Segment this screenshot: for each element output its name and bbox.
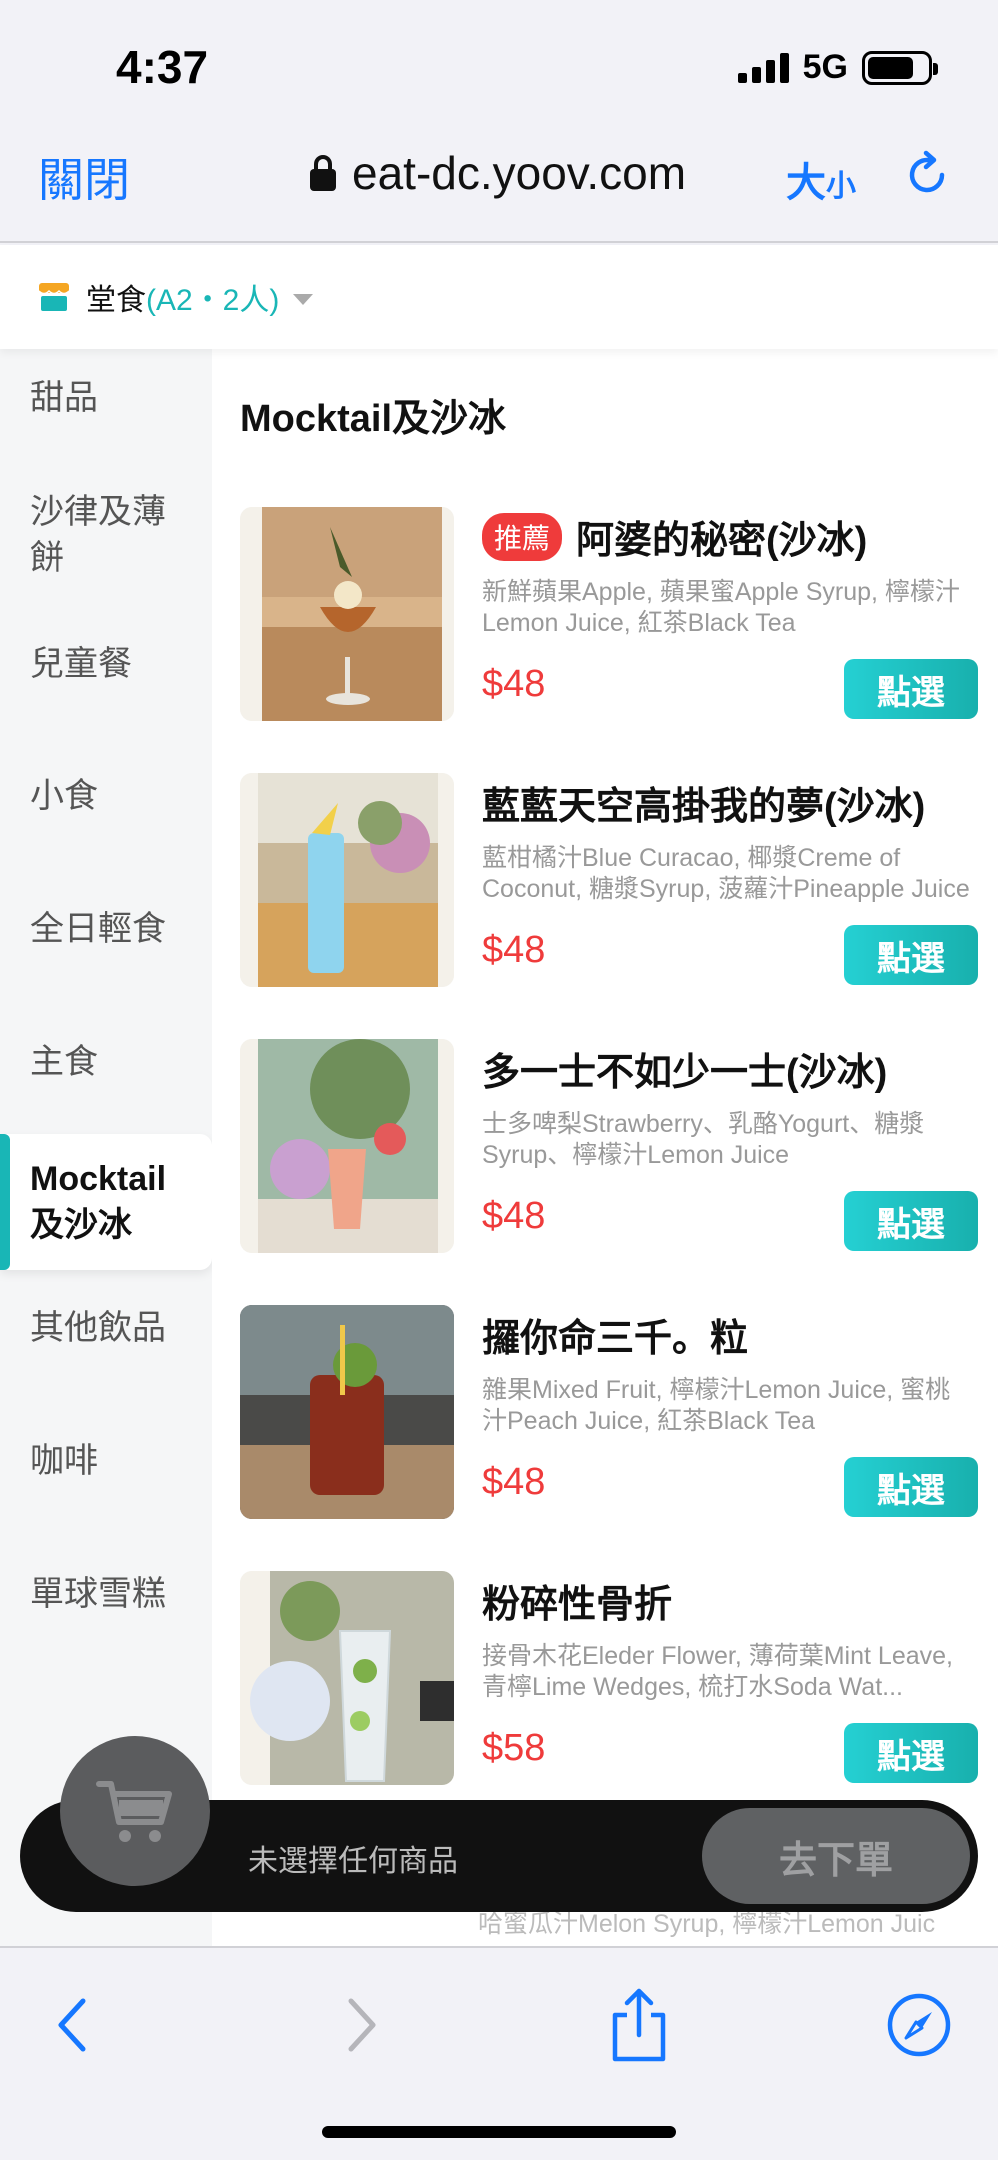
list-item: 藍藍天空高掛我的夢(沙冰) 藍柑橘汁Blue Curacao, 椰漿Creme … xyxy=(240,773,980,989)
select-button[interactable]: 點選 xyxy=(844,1457,978,1517)
sidebar-item-other-drinks[interactable]: 其他飲品 xyxy=(0,1305,212,1351)
lock-icon xyxy=(310,155,336,191)
item-name: 藍藍天空高掛我的夢(沙冰) xyxy=(482,786,926,828)
list-item: 多一士不如少一士(沙冰) 士多啤梨Strawberry、乳酪Yogurt、糖漿S… xyxy=(240,1039,980,1255)
category-sidebar: 甜品 沙律及薄餅 兒童餐 小食 全日輕食 主食 Mocktail及沙冰 其他飲品… xyxy=(0,349,212,1949)
reload-icon[interactable] xyxy=(902,150,952,200)
share-icon[interactable] xyxy=(604,1988,674,2062)
sidebar-item-mocktail[interactable]: Mocktail及沙冰 xyxy=(0,1134,212,1270)
sidebar-item-salad-pizza[interactable]: 沙律及薄餅 xyxy=(0,489,212,581)
status-bar: 4:37 5G xyxy=(0,0,998,130)
sidebar-item-mains[interactable]: 主食 xyxy=(0,1039,212,1085)
select-button[interactable]: 點選 xyxy=(844,1723,978,1783)
url-bar[interactable]: eat-dc.yoov.com xyxy=(310,146,686,200)
sidebar-item-desserts[interactable]: 甜品 xyxy=(0,375,212,421)
drink-photo[interactable] xyxy=(240,1039,454,1253)
forward-icon[interactable] xyxy=(326,1990,396,2060)
item-name-text: 阿婆的秘密(沙冰) xyxy=(576,520,868,562)
section-title: Mocktail及沙冰 xyxy=(240,398,507,440)
drink-photo[interactable] xyxy=(240,507,454,721)
sidebar-item-all-day[interactable]: 全日輕食 xyxy=(0,906,212,952)
item-description: 雜果Mixed Fruit, 檸檬汁Lemon Juice, 蜜桃汁Peach … xyxy=(482,1376,951,1435)
item-description: 接骨木花Eleder Flower, 薄荷葉Mint Leave, 青檸Lime… xyxy=(482,1642,953,1701)
size-big-label: 大 xyxy=(786,161,826,205)
battery-icon xyxy=(862,50,938,85)
select-button[interactable]: 點選 xyxy=(844,925,978,985)
status-indicators: 5G xyxy=(737,48,938,87)
drink-photo[interactable] xyxy=(240,1305,454,1519)
close-button[interactable]: 關閉 xyxy=(38,144,130,210)
item-price: $48 xyxy=(482,929,546,971)
url-text: eat-dc.yoov.com xyxy=(352,147,687,199)
network-label: 5G xyxy=(802,48,848,86)
drink-photo[interactable] xyxy=(240,773,454,987)
list-item: 粉碎性骨折 接骨木花Eleder Flower, 薄荷葉Mint Leave, … xyxy=(240,1571,980,1787)
sidebar-item-kids-meal[interactable]: 兒童餐 xyxy=(0,641,212,687)
drink-photo[interactable] xyxy=(240,1571,454,1785)
chevron-down-icon xyxy=(293,293,314,305)
browser-toolbar xyxy=(0,1946,998,2160)
list-item: 攞你命三千。粒 雜果Mixed Fruit, 檸檬汁Lemon Juice, 蜜… xyxy=(240,1305,980,1521)
dine-label: 堂食 xyxy=(86,284,146,317)
recommended-badge: 推薦 xyxy=(482,512,563,561)
signal-icon xyxy=(737,52,789,83)
sidebar-item-snacks[interactable]: 小食 xyxy=(0,773,212,819)
dine-detail: (A2・2人) xyxy=(146,284,280,317)
cart-empty-hint: 未選擇任何商品 xyxy=(248,1845,458,1878)
size-small-label: 小 xyxy=(826,170,856,203)
store-icon xyxy=(38,283,70,311)
item-name: 粉碎性骨折 xyxy=(482,1584,673,1626)
item-description: 士多啤梨Strawberry、乳酪Yogurt、糖漿Syrup、檸檬汁Lemon… xyxy=(482,1110,925,1169)
browser-bar: 關閉 eat-dc.yoov.com 大小 xyxy=(0,130,998,243)
back-icon[interactable] xyxy=(38,1990,108,2060)
item-description: 新鮮蘋果Apple, 蘋果蜜Apple Syrup, 檸檬汁Lemon Juic… xyxy=(482,578,960,637)
item-description: 藍柑橘汁Blue Curacao, 椰漿Creme of Coconut, 糖漿… xyxy=(482,844,970,903)
dine-in-selector[interactable]: 堂食 (A2・2人) xyxy=(0,245,998,349)
select-button[interactable]: 點選 xyxy=(844,659,978,719)
select-button[interactable]: 點選 xyxy=(844,1191,978,1251)
compass-icon[interactable] xyxy=(884,1990,954,2060)
item-price: $48 xyxy=(482,1195,546,1237)
sidebar-item-coffee[interactable]: 咖啡 xyxy=(0,1438,212,1484)
checkout-button[interactable]: 去下單 xyxy=(702,1808,970,1904)
home-indicator xyxy=(322,2126,676,2138)
item-price: $58 xyxy=(482,1727,546,1769)
item-name: 攞你命三千。粒 xyxy=(482,1318,749,1360)
item-name: 推薦 阿婆的秘密(沙冰) xyxy=(482,509,867,564)
cart-button[interactable] xyxy=(60,1736,210,1886)
list-item: 推薦 阿婆的秘密(沙冰) 新鮮蘋果Apple, 蘋果蜜Apple Syrup, 檸… xyxy=(240,507,980,723)
status-time: 4:37 xyxy=(116,41,209,93)
cart-icon xyxy=(96,1781,172,1842)
text-size-button[interactable]: 大小 xyxy=(786,150,856,208)
item-price: $48 xyxy=(482,663,546,705)
sidebar-item-ice-cream[interactable]: 單球雪糕 xyxy=(0,1571,212,1617)
menu-list: Mocktail及沙冰 推薦 阿婆的秘密(沙冰) 新鮮蘋果Apple, 蘋果蜜Ap… xyxy=(212,349,998,1949)
item-price: $48 xyxy=(482,1461,546,1503)
item-name: 多一士不如少一士(沙冰) xyxy=(482,1052,888,1094)
